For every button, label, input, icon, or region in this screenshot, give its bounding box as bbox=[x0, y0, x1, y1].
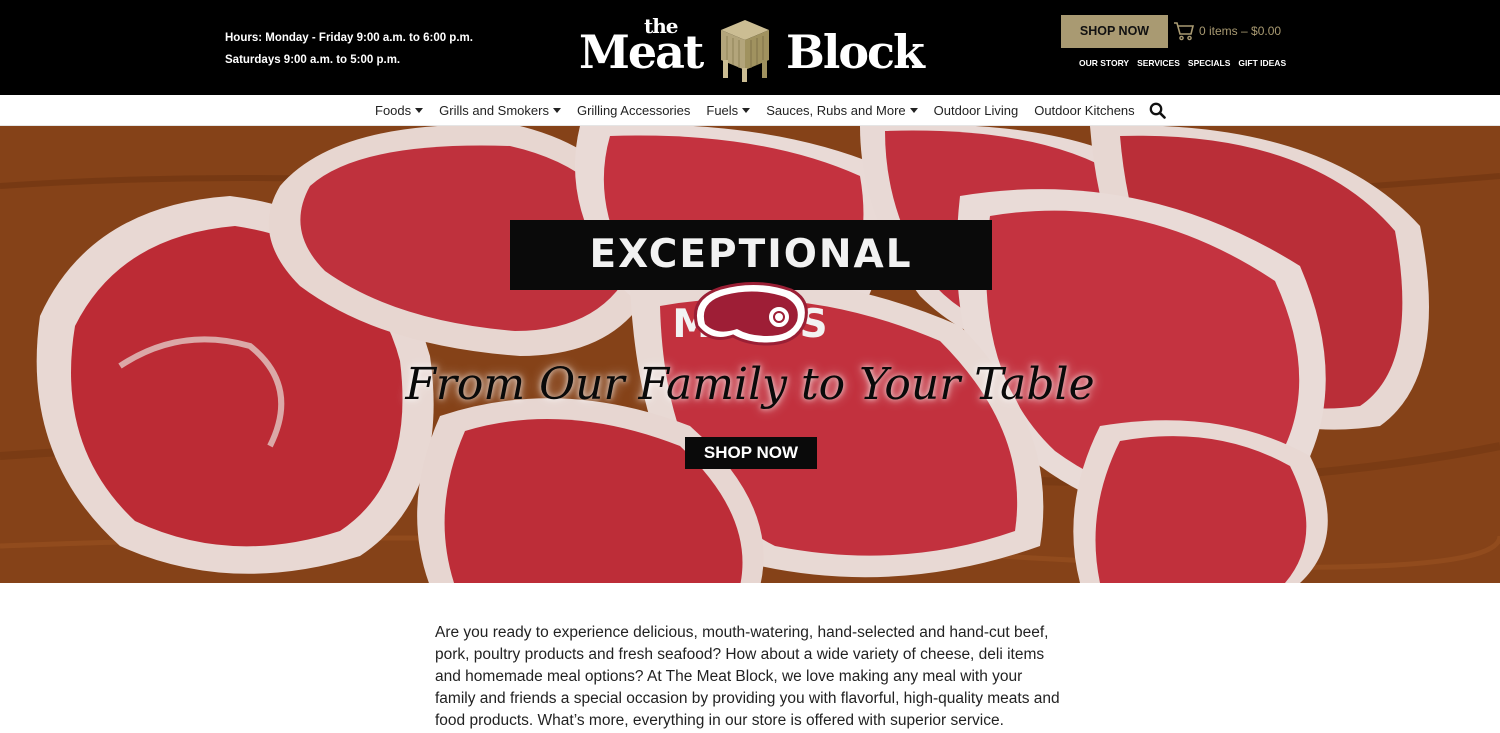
cart-summary[interactable]: 0 items – $0.00 bbox=[1173, 20, 1281, 42]
nav-item-outdoor-kitchens[interactable]: Outdoor Kitchens bbox=[1034, 103, 1134, 118]
site-header: Hours: Monday - Friday 9:00 a.m. to 6:00… bbox=[0, 0, 1500, 95]
link-gift-ideas[interactable]: GIFT IDEAS bbox=[1238, 58, 1286, 68]
nav-item-label: Outdoor Living bbox=[933, 103, 1019, 118]
nav-item-label: Fuels bbox=[706, 103, 739, 118]
nav-item-grills-and-smokers[interactable]: Grills and Smokers bbox=[439, 103, 561, 118]
hours-weekdays: Hours: Monday - Friday 9:00 a.m. to 6:00… bbox=[225, 32, 473, 44]
nav-item-sauces-rubs[interactable]: Sauces, Rubs and More bbox=[766, 103, 918, 118]
nav-item-label: Grills and Smokers bbox=[439, 103, 549, 118]
hero-tagline: From Our Family to Your Table bbox=[405, 359, 1095, 410]
link-services[interactable]: SERVICES bbox=[1137, 58, 1180, 68]
header-links: OUR STORY SERVICES SPECIALS GIFT IDEAS bbox=[1079, 58, 1294, 68]
logo-meat: Meat bbox=[579, 25, 704, 79]
link-specials[interactable]: SPECIALS bbox=[1188, 58, 1231, 68]
shop-now-hero-button[interactable]: SHOP NOW bbox=[685, 437, 817, 469]
main-nav-items: Foods Grills and Smokers Grilling Access… bbox=[375, 95, 1166, 126]
hero-banner: EXCEPTIONAL MEATS From Our Family to You… bbox=[0, 126, 1500, 583]
caret-down-icon bbox=[415, 108, 424, 113]
nav-item-label: Sauces, Rubs and More bbox=[766, 103, 906, 118]
site-logo[interactable]: the Meat Block bbox=[577, 16, 927, 84]
nav-item-outdoor-living[interactable]: Outdoor Living bbox=[934, 103, 1019, 118]
caret-down-icon bbox=[909, 108, 918, 113]
nav-item-label: Foods bbox=[375, 103, 412, 118]
nav-item-foods[interactable]: Foods bbox=[375, 103, 424, 118]
butcher-block-icon bbox=[721, 20, 769, 82]
logo-block: Block bbox=[786, 25, 925, 79]
nav-item-label: Outdoor Kitchens bbox=[1034, 103, 1135, 118]
caret-down-icon bbox=[552, 108, 561, 113]
link-our-story[interactable]: OUR STORY bbox=[1079, 58, 1129, 68]
shopping-cart-icon bbox=[1174, 22, 1195, 41]
cart-text: 0 items – $0.00 bbox=[1199, 24, 1282, 38]
main-nav: Foods Grills and Smokers Grilling Access… bbox=[0, 95, 1500, 126]
nav-item-fuels[interactable]: Fuels bbox=[706, 103, 751, 118]
nav-item-label: Grilling Accessories bbox=[576, 103, 691, 118]
caret-down-icon bbox=[742, 108, 751, 113]
intro-paragraph: Are you ready to experience delicious, m… bbox=[435, 624, 1060, 729]
shop-now-header-button[interactable]: SHOP NOW bbox=[1061, 15, 1168, 48]
steak-icon bbox=[694, 281, 808, 346]
nav-item-grilling-accessories[interactable]: Grilling Accessories bbox=[577, 103, 690, 118]
search-icon[interactable] bbox=[1149, 102, 1166, 119]
store-hours: Hours: Monday - Friday 9:00 a.m. to 6:00… bbox=[225, 27, 473, 71]
hours-saturday: Saturdays 9:00 a.m. to 5:00 p.m. bbox=[225, 54, 401, 66]
